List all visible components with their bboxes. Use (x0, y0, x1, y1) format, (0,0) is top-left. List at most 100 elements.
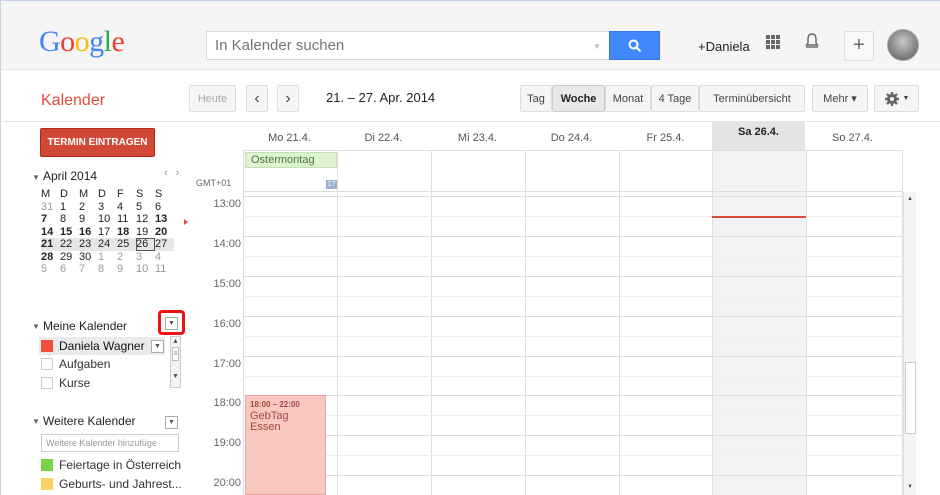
mini-day[interactable]: 22 (60, 238, 79, 251)
mini-day[interactable]: 21 (41, 238, 60, 251)
mini-day[interactable]: 4 (155, 251, 174, 264)
mini-day[interactable]: 27 (155, 238, 174, 251)
mini-day[interactable]: 10 (98, 213, 117, 226)
day-header[interactable]: So 27.4. (806, 132, 899, 144)
event-gebtag[interactable]: 18:00 – 22:00 GebTag Essen (245, 395, 326, 495)
collapse-arrow-icon[interactable]: ▼ (32, 173, 40, 182)
checkbox[interactable] (41, 377, 53, 389)
view-month-button[interactable]: Monat (605, 85, 651, 112)
next-week-button[interactable]: › (277, 85, 299, 112)
mini-day[interactable]: 29 (60, 251, 79, 264)
mini-calendar-nav[interactable]: ‹› (164, 167, 187, 179)
share-plus-button[interactable]: + (844, 31, 874, 61)
today-button[interactable]: Heute (189, 85, 236, 112)
other-calendars-title[interactable]: Weitere Kalender (43, 414, 136, 428)
current-time-marker (184, 219, 188, 225)
mini-day[interactable]: 8 (60, 213, 79, 226)
mini-day[interactable]: 11 (117, 213, 136, 226)
mini-day[interactable]: 7 (41, 213, 60, 226)
calendar-item-birthdays[interactable]: Geburts- und Jahrest... (41, 477, 182, 491)
view-day-button[interactable]: Tag (520, 85, 552, 112)
mini-day[interactable]: 24 (98, 238, 117, 251)
create-event-button[interactable]: TERMIN EINTRAGEN (40, 128, 155, 157)
calendar-options-icon[interactable]: ▼ (151, 340, 164, 353)
apps-grid-icon[interactable] (766, 35, 780, 49)
collapse-arrow-icon[interactable]: ▼ (32, 322, 40, 331)
mini-day[interactable]: 1 (98, 251, 117, 264)
mini-day[interactable]: 13 (155, 213, 174, 226)
mini-day[interactable]: 17 (98, 226, 117, 239)
mini-day[interactable]: 18 (117, 226, 136, 239)
mini-day[interactable]: 9 (79, 213, 98, 226)
checkbox[interactable] (41, 358, 53, 370)
day-header[interactable]: Mi 23.4. (431, 132, 524, 144)
expand-marker-icon[interactable]: 17 (326, 180, 337, 189)
scroll-up-icon[interactable]: ▲ (907, 196, 913, 202)
mini-day[interactable]: 9 (117, 263, 136, 276)
day-header[interactable]: Fr 25.4. (619, 132, 712, 144)
scroll-down-icon[interactable]: ▼ (907, 484, 913, 490)
collapse-arrow-icon[interactable]: ▼ (32, 417, 40, 426)
mini-day[interactable]: 25 (117, 238, 136, 251)
search-input[interactable] (207, 32, 567, 59)
mini-day[interactable]: 12 (136, 213, 155, 226)
scroll-thumb[interactable] (905, 362, 916, 434)
calendar-item-aufgaben[interactable]: Aufgaben (41, 357, 110, 371)
mini-day[interactable]: 2 (117, 251, 136, 264)
mini-day[interactable]: 3 (136, 251, 155, 264)
mini-day[interactable]: 6 (60, 263, 79, 276)
mini-day[interactable]: 20 (155, 226, 174, 239)
mini-day[interactable]: 3 (98, 201, 117, 214)
mini-day[interactable]: 31 (41, 201, 60, 214)
mini-day[interactable]: 5 (41, 263, 60, 276)
mini-day[interactable]: 16 (79, 226, 98, 239)
calendar-item-kurse[interactable]: Kurse (41, 376, 90, 390)
all-day-event[interactable]: Ostermontag (245, 152, 337, 168)
view-week-button[interactable]: Woche (552, 85, 605, 112)
mini-day[interactable]: 8 (98, 263, 117, 276)
calendar-item-label: Daniela Wagner (59, 339, 145, 353)
settings-button[interactable]: ▼ (874, 85, 919, 112)
other-calendars-menu-icon[interactable]: ▼ (165, 416, 178, 429)
my-calendars-scrollbar[interactable]: ▲ ≡ ▼ (170, 336, 181, 388)
mini-day[interactable]: 1 (60, 201, 79, 214)
avatar[interactable] (887, 29, 919, 61)
mini-day[interactable]: 10 (136, 263, 155, 276)
app-name[interactable]: Kalender (41, 92, 105, 110)
mini-day-today[interactable]: 26 (136, 238, 155, 251)
bell-icon[interactable] (805, 32, 819, 55)
hour-label: 15:00 (213, 278, 241, 290)
all-day-row[interactable] (243, 150, 903, 192)
user-link[interactable]: +Daniela (698, 39, 750, 54)
weekday-label: S (155, 188, 163, 200)
view-4days-button[interactable]: 4 Tage (651, 85, 699, 112)
mini-day[interactable]: 5 (136, 201, 155, 214)
column-divider (337, 150, 338, 495)
mini-day[interactable]: 23 (79, 238, 98, 251)
google-logo[interactable]: Google (39, 25, 125, 59)
day-header[interactable]: Do 24.4. (525, 132, 618, 144)
calendar-item-holidays[interactable]: Feiertage in Österreich (41, 458, 181, 472)
mini-day[interactable]: 6 (155, 201, 174, 214)
search-button[interactable] (609, 31, 660, 60)
mini-day[interactable]: 11 (155, 263, 174, 276)
mini-day[interactable]: 4 (117, 201, 136, 214)
search-options-icon[interactable]: ▼ (593, 42, 601, 51)
day-header-today[interactable]: Sa 26.4. (712, 122, 805, 150)
day-header[interactable]: Mo 21.4. (243, 132, 336, 144)
my-calendars-title[interactable]: Meine Kalender (43, 319, 127, 333)
mini-day[interactable]: 2 (79, 201, 98, 214)
mini-day[interactable]: 15 (60, 226, 79, 239)
day-header[interactable]: Di 22.4. (337, 132, 430, 144)
prev-week-button[interactable]: ‹ (246, 85, 268, 112)
calendar-item-daniela[interactable]: Daniela Wagner (39, 337, 165, 355)
mini-day[interactable]: 14 (41, 226, 60, 239)
mini-day[interactable]: 28 (41, 251, 60, 264)
mini-day[interactable]: 7 (79, 263, 98, 276)
mini-day[interactable]: 30 (79, 251, 98, 264)
mini-day[interactable]: 19 (136, 226, 155, 239)
add-calendar-input[interactable]: Weitere Kalender hinzufüge (41, 434, 179, 452)
more-button[interactable]: Mehr ▾ (812, 85, 868, 112)
view-agenda-button[interactable]: Terminübersicht (699, 85, 805, 112)
grid-scrollbar[interactable]: ▲ ▼ (903, 192, 916, 495)
